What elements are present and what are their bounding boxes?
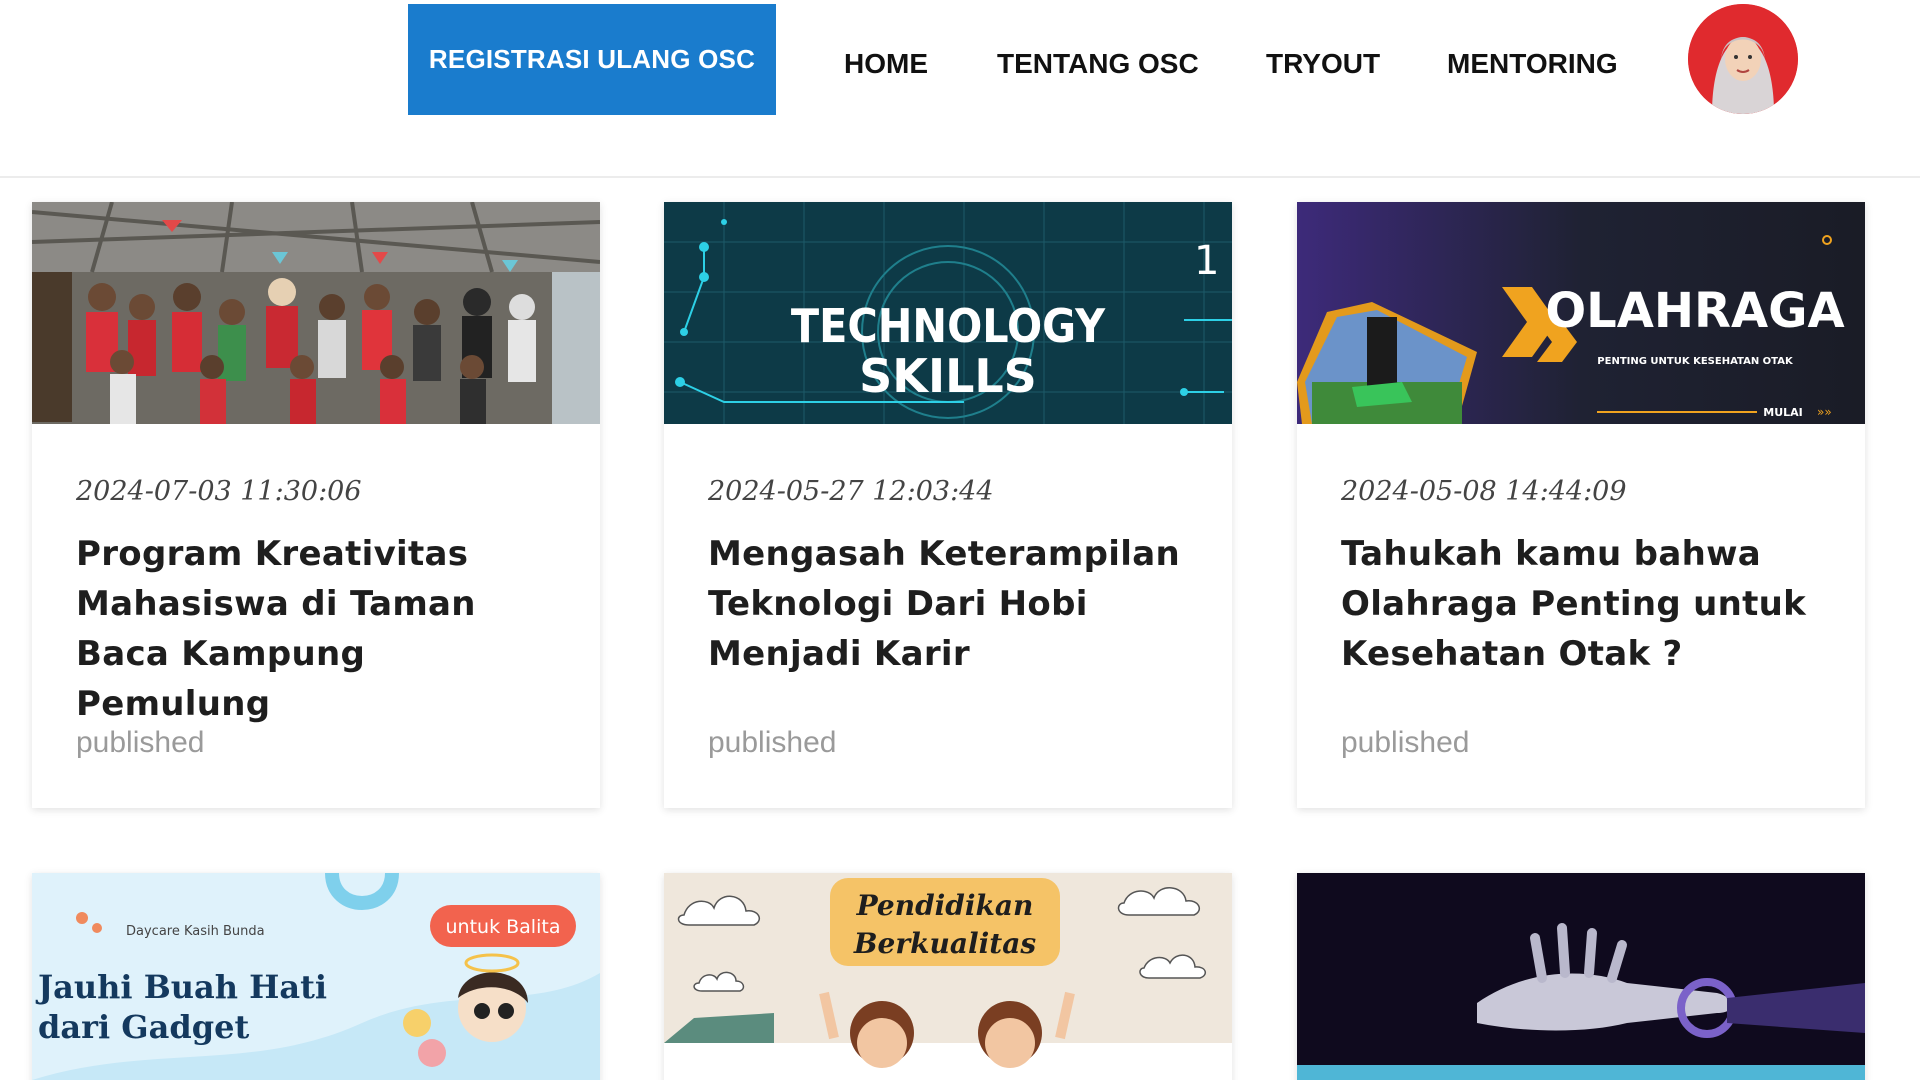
pendidikan-title-2: Berkualitas	[853, 927, 1036, 960]
nav-mentoring[interactable]: MENTORING	[1447, 48, 1618, 80]
article-thumbnail[interactable]: 1 TECHNOLOGY SKILLS	[664, 202, 1232, 424]
article-thumbnail[interactable]: Pendidikan Berkualitas	[664, 873, 1232, 1080]
banner-skills-text: SKILLS	[859, 349, 1037, 403]
svg-text:»»: »»	[1817, 405, 1832, 419]
nav-tentang-osc[interactable]: TENTANG OSC	[997, 48, 1199, 80]
banner-technology-text: TECHNOLOGY	[791, 299, 1106, 353]
daycare-brand-text: Daycare Kasih Bunda	[126, 924, 265, 939]
article-thumbnail[interactable]: Daycare Kasih Bunda untuk Balita Jauhi B…	[32, 873, 600, 1080]
article-date: 2024-05-27 12:03:44	[708, 476, 994, 507]
article-date: 2024-07-03 11:30:06	[76, 476, 362, 507]
article-title[interactable]: Mengasah Keterampilan Teknologi Dari Hob…	[708, 529, 1188, 679]
article-title[interactable]: Program Kreativitas Mahasiswa di Taman B…	[76, 529, 556, 729]
daycare-headline-2: dari Gadget	[38, 1008, 249, 1046]
banner-number: 1	[1194, 238, 1219, 284]
article-status: published	[76, 726, 205, 759]
article-card[interactable]: OLAHRAGA PENTING UNTUK KESEHATAN OTAK MU…	[1297, 202, 1865, 808]
article-card[interactable]: 1 TECHNOLOGY SKILLS 2024-05-27 12:03:44 …	[664, 202, 1232, 808]
article-date: 2024-05-08 14:44:09	[1341, 476, 1627, 507]
article-thumbnail[interactable]	[1297, 873, 1865, 1080]
site-header: REGISTRASI ULANG OSC HOME TENTANG OSC TR…	[0, 0, 1920, 178]
article-card[interactable]	[1297, 873, 1865, 1080]
technology-skills-image: 1 TECHNOLOGY SKILLS	[664, 202, 1232, 424]
main-nav: HOME TENTANG OSC TRYOUT MENTORING	[0, 48, 1660, 88]
banner-subtitle-text: PENTING UNTUK KESEHATAN OTAK	[1597, 356, 1794, 367]
article-body: 2024-05-27 12:03:44 Mengasah Keterampila…	[664, 476, 1232, 679]
nav-home[interactable]: HOME	[844, 48, 928, 80]
avatar-portrait-image	[1688, 4, 1798, 114]
group-photo-image	[32, 202, 600, 424]
article-title[interactable]: Tahukah kamu bahwa Olahraga Penting untu…	[1341, 529, 1821, 679]
article-card[interactable]: Daycare Kasih Bunda untuk Balita Jauhi B…	[32, 873, 600, 1080]
daycare-pill-text: untuk Balita	[446, 916, 561, 938]
banner-mulai-text: MULAI	[1763, 406, 1803, 419]
daycare-image: Daycare Kasih Bunda untuk Balita Jauhi B…	[32, 873, 600, 1080]
article-thumbnail[interactable]	[32, 202, 600, 424]
article-card[interactable]: Pendidikan Berkualitas	[664, 873, 1232, 1080]
article-thumbnail[interactable]: OLAHRAGA PENTING UNTUK KESEHATAN OTAK MU…	[1297, 202, 1865, 424]
article-card[interactable]: 2024-07-03 11:30:06 Program Kreativitas …	[32, 202, 600, 808]
article-status: published	[708, 726, 837, 759]
article-status: published	[1341, 726, 1470, 759]
daycare-headline-1: Jauhi Buah Hati	[35, 968, 327, 1006]
article-body: 2024-07-03 11:30:06 Program Kreativitas …	[32, 476, 600, 729]
user-avatar[interactable]	[1688, 4, 1798, 114]
banner-olahraga-text: OLAHRAGA	[1545, 283, 1844, 339]
robot-hand-image	[1297, 873, 1865, 1080]
pendidikan-title-1: Pendidikan	[856, 889, 1034, 922]
pendidikan-image: Pendidikan Berkualitas	[664, 873, 1232, 1080]
article-body: 2024-05-08 14:44:09 Tahukah kamu bahwa O…	[1297, 476, 1865, 679]
nav-tryout[interactable]: TRYOUT	[1266, 48, 1380, 80]
olahraga-image: OLAHRAGA PENTING UNTUK KESEHATAN OTAK MU…	[1297, 202, 1865, 424]
